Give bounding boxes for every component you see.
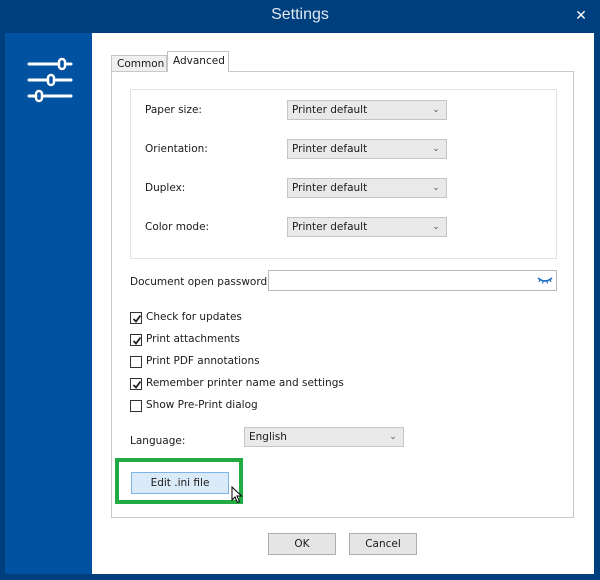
paper-size-value: Printer default [292,104,368,116]
language-label: Language: [130,435,186,447]
sidebar [5,33,92,574]
orientation-select[interactable]: Printer default ⌄ [287,139,447,159]
language-value: English [249,431,287,443]
tab-advanced[interactable]: Advanced [167,51,229,72]
content-area: Common Advanced Paper size: Printer defa… [92,33,594,574]
paper-size-select[interactable]: Printer default ⌄ [287,100,447,120]
checkbox-unchecked[interactable] [130,356,142,368]
window-title: Settings [271,6,329,23]
eye-closed-icon[interactable] [537,276,553,284]
duplex-select[interactable]: Printer default ⌄ [287,178,447,198]
orientation-label: Orientation: [145,143,208,155]
color-mode-select[interactable]: Printer default ⌄ [287,217,447,237]
title-bar: Settings ✕ [0,0,600,33]
checkbox-checked[interactable] [130,312,142,324]
checkbox-checked[interactable] [130,334,142,346]
cancel-button[interactable]: Cancel [349,533,417,555]
color-mode-label: Color mode: [145,221,210,233]
close-button[interactable]: ✕ [574,8,588,24]
orientation-value: Printer default [292,143,368,155]
checkbox-unchecked[interactable] [130,400,142,412]
chevron-down-icon: ⌄ [432,105,440,115]
remember-printer-label: Remember printer name and settings [146,377,344,389]
edit-ini-file-button[interactable]: Edit .ini file [131,472,229,494]
duplex-value: Printer default [292,182,368,194]
chevron-down-icon: ⌄ [432,183,440,193]
password-input[interactable] [268,270,557,291]
advanced-tab-panel: Paper size: Printer default ⌄ Orientatio… [111,71,574,518]
check-for-updates-label: Check for updates [146,311,242,323]
print-settings-group: Paper size: Printer default ⌄ Orientatio… [130,89,557,259]
close-icon: ✕ [575,8,587,24]
sliders-icon [27,57,73,103]
language-select[interactable]: English ⌄ [244,427,404,447]
checkbox-checked[interactable] [130,378,142,390]
password-label: Document open password: [130,276,271,288]
print-attachments-label: Print attachments [146,333,240,345]
chevron-down-icon: ⌄ [389,432,397,442]
chevron-down-icon: ⌄ [432,144,440,154]
tab-common[interactable]: Common [111,55,167,71]
color-mode-value: Printer default [292,221,368,233]
print-pdf-annotations-label: Print PDF annotations [146,355,260,367]
mouse-cursor-icon [231,486,243,504]
show-pre-print-dialog-label: Show Pre-Print dialog [146,399,258,411]
paper-size-label: Paper size: [145,104,202,116]
settings-window: Settings ✕ Common Advanced Paper size: P… [0,0,600,580]
chevron-down-icon: ⌄ [432,222,440,232]
duplex-label: Duplex: [145,182,186,194]
ok-button[interactable]: OK [268,533,336,555]
